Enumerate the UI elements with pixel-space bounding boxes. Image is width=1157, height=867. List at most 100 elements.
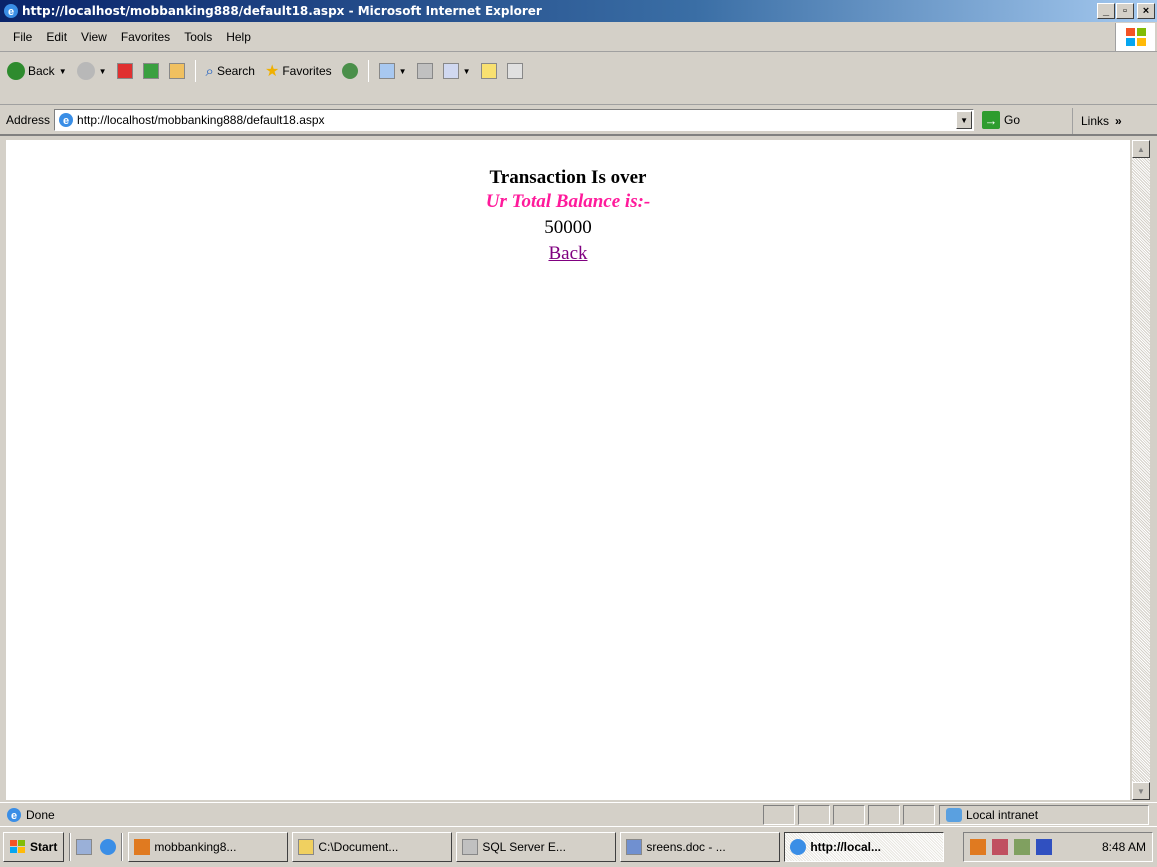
media-icon [341, 63, 358, 79]
shield-icon[interactable] [1036, 839, 1052, 855]
menu-file[interactable]: File [6, 30, 39, 44]
title-bar: e http://localhost/mobbanking888/default… [0, 0, 1157, 22]
tray-app-icon[interactable] [970, 839, 986, 855]
task-label: http://local... [810, 840, 882, 854]
word-icon [626, 839, 643, 855]
status-pane [833, 804, 865, 825]
dropdown-arrow-icon: ▼ [98, 66, 107, 76]
status-pane [798, 804, 830, 825]
dropdown-arrow-icon: ▼ [462, 66, 471, 76]
window-title: http://localhost/mobbanking888/default18… [22, 4, 542, 18]
start-button[interactable]: Start [3, 832, 65, 862]
menu-tools[interactable]: Tools [177, 30, 219, 44]
back-link[interactable]: Back [6, 241, 1130, 267]
forward-button[interactable]: ▼ [74, 62, 110, 80]
address-url: http://localhost/mobbanking888/default18… [77, 113, 325, 127]
zone-label: Local intranet [966, 807, 1039, 822]
maximize-button[interactable]: ▫ [1116, 3, 1134, 19]
security-zone: Local intranet [939, 804, 1149, 825]
address-bar: Address e http://localhost/mobbanking888… [0, 106, 1157, 136]
minimize-button[interactable]: _ [1097, 3, 1115, 19]
toolbar-separator [194, 60, 196, 82]
home-button[interactable] [166, 63, 188, 79]
system-tray: 8:48 AM [963, 832, 1153, 862]
go-button[interactable]: → Go [982, 111, 1020, 129]
intranet-icon [946, 807, 962, 822]
task-label: SQL Server E... [482, 840, 566, 854]
menu-help[interactable]: Help [219, 30, 258, 44]
svg-text:e: e [11, 810, 17, 822]
scroll-down-button[interactable]: ▼ [1132, 782, 1150, 800]
address-input[interactable]: e http://localhost/mobbanking888/default… [54, 109, 975, 131]
start-label: Start [30, 840, 58, 854]
windows-flag-icon [1115, 23, 1155, 51]
sql-server-icon [462, 839, 479, 855]
refresh-icon [142, 63, 159, 79]
close-button[interactable]: × [1137, 3, 1155, 19]
edit-word-button[interactable]: ▼ [440, 63, 474, 79]
links-button[interactable]: Links » [1072, 108, 1157, 134]
ie-page-icon: e [59, 113, 74, 127]
search-button[interactable]: ⌕ Search [203, 63, 258, 80]
home-icon [168, 63, 185, 79]
network-icon[interactable] [992, 839, 1008, 855]
status-text: Done [26, 807, 55, 822]
stop-icon [116, 63, 133, 79]
menu-favorites[interactable]: Favorites [114, 30, 177, 44]
status-pane [763, 804, 795, 825]
balance-value: 50000 [544, 217, 592, 238]
menu-bar: File Edit View Favorites Tools Help [0, 22, 1157, 52]
star-icon: ★ [264, 63, 280, 80]
research-icon [506, 63, 523, 79]
vs-icon [134, 839, 151, 855]
ie-quicklaunch-icon[interactable] [100, 839, 117, 855]
refresh-button[interactable] [140, 63, 162, 79]
task-label: sreens.doc - ... [646, 840, 726, 854]
back-label: Back [28, 64, 55, 78]
taskbar-item-sql-server[interactable]: SQL Server E... [456, 832, 617, 862]
search-icon: ⌕ [205, 62, 214, 80]
back-arrow-icon [7, 62, 25, 80]
dropdown-arrow-icon: ▼ [58, 66, 67, 76]
task-label: C:\Document... [318, 840, 399, 854]
search-label: Search [216, 64, 255, 78]
scroll-up-button[interactable]: ▲ [1132, 140, 1150, 158]
svg-text:e: e [63, 115, 69, 127]
taskbar-separator [69, 833, 72, 861]
status-pane [903, 804, 935, 825]
task-label: mobbanking8... [154, 840, 237, 854]
vertical-scrollbar[interactable]: ▲ ▼ [1132, 140, 1150, 800]
address-label: Address [6, 113, 51, 127]
stop-button[interactable] [114, 63, 136, 79]
taskbar: Start mobbanking8... C:\Document... SQL … [0, 826, 1157, 867]
taskbar-item-word[interactable]: sreens.doc - ... [620, 832, 781, 862]
standard-toolbar: Back ▼ ▼ ⌕ Search ★ Favorites ▼ ▼ [0, 53, 1157, 105]
menu-view[interactable]: View [74, 30, 114, 44]
note-icon [480, 63, 497, 79]
media-player-icon[interactable] [76, 839, 93, 855]
menu-edit[interactable]: Edit [39, 30, 74, 44]
ie-icon [790, 839, 807, 855]
taskbar-item-mobbanking[interactable]: mobbanking8... [128, 832, 289, 862]
taskbar-item-ie[interactable]: http://local... [784, 832, 945, 862]
balance-label: Ur Total Balance is:- [485, 191, 651, 212]
favorites-label: Favorites [282, 64, 332, 78]
chevron-right-icon: » [1115, 114, 1122, 128]
back-button[interactable]: Back ▼ [4, 62, 70, 80]
messenger-button[interactable] [504, 63, 526, 79]
sound-icon[interactable] [1014, 839, 1030, 855]
media-button[interactable] [339, 63, 361, 79]
print-button[interactable] [414, 63, 436, 79]
ie-icon: e [4, 4, 18, 18]
forward-arrow-icon [76, 62, 95, 80]
discuss-button[interactable] [478, 63, 500, 79]
mail-button[interactable]: ▼ [376, 63, 410, 79]
transaction-heading: Transaction Is over [489, 167, 647, 188]
favorites-button[interactable]: ★ Favorites [262, 61, 335, 81]
links-label: Links [1081, 114, 1110, 128]
taskbar-item-explorer[interactable]: C:\Document... [292, 832, 453, 862]
mail-icon [378, 63, 395, 79]
word-icon [442, 63, 459, 79]
address-dropdown-button[interactable]: ▼ [956, 111, 973, 129]
status-pane [868, 804, 900, 825]
